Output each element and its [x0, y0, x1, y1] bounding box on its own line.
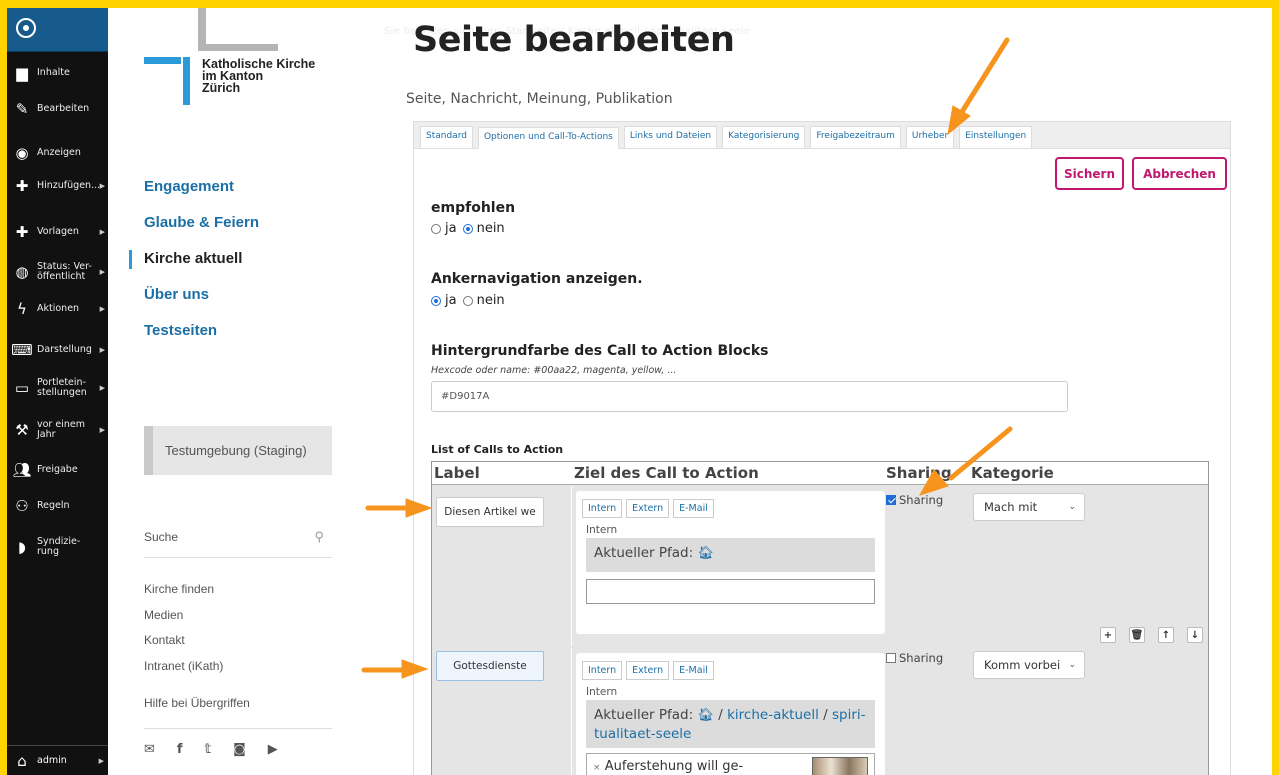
annotation-arrows [361, 37, 1013, 679]
arrow-tab [957, 37, 1010, 118]
browser-frame: ▆ Inhalte ✎ Bearbeiten ◉ Anzeigen ✚ Hinzufügen.… [7, 8, 1272, 775]
arrow-label-2-head [401, 659, 429, 679]
arrow-label-1-head [405, 498, 433, 518]
arrow-sharing [948, 426, 1013, 481]
arrow-tab-head [947, 105, 971, 136]
arrow-sharing-head [918, 469, 949, 496]
